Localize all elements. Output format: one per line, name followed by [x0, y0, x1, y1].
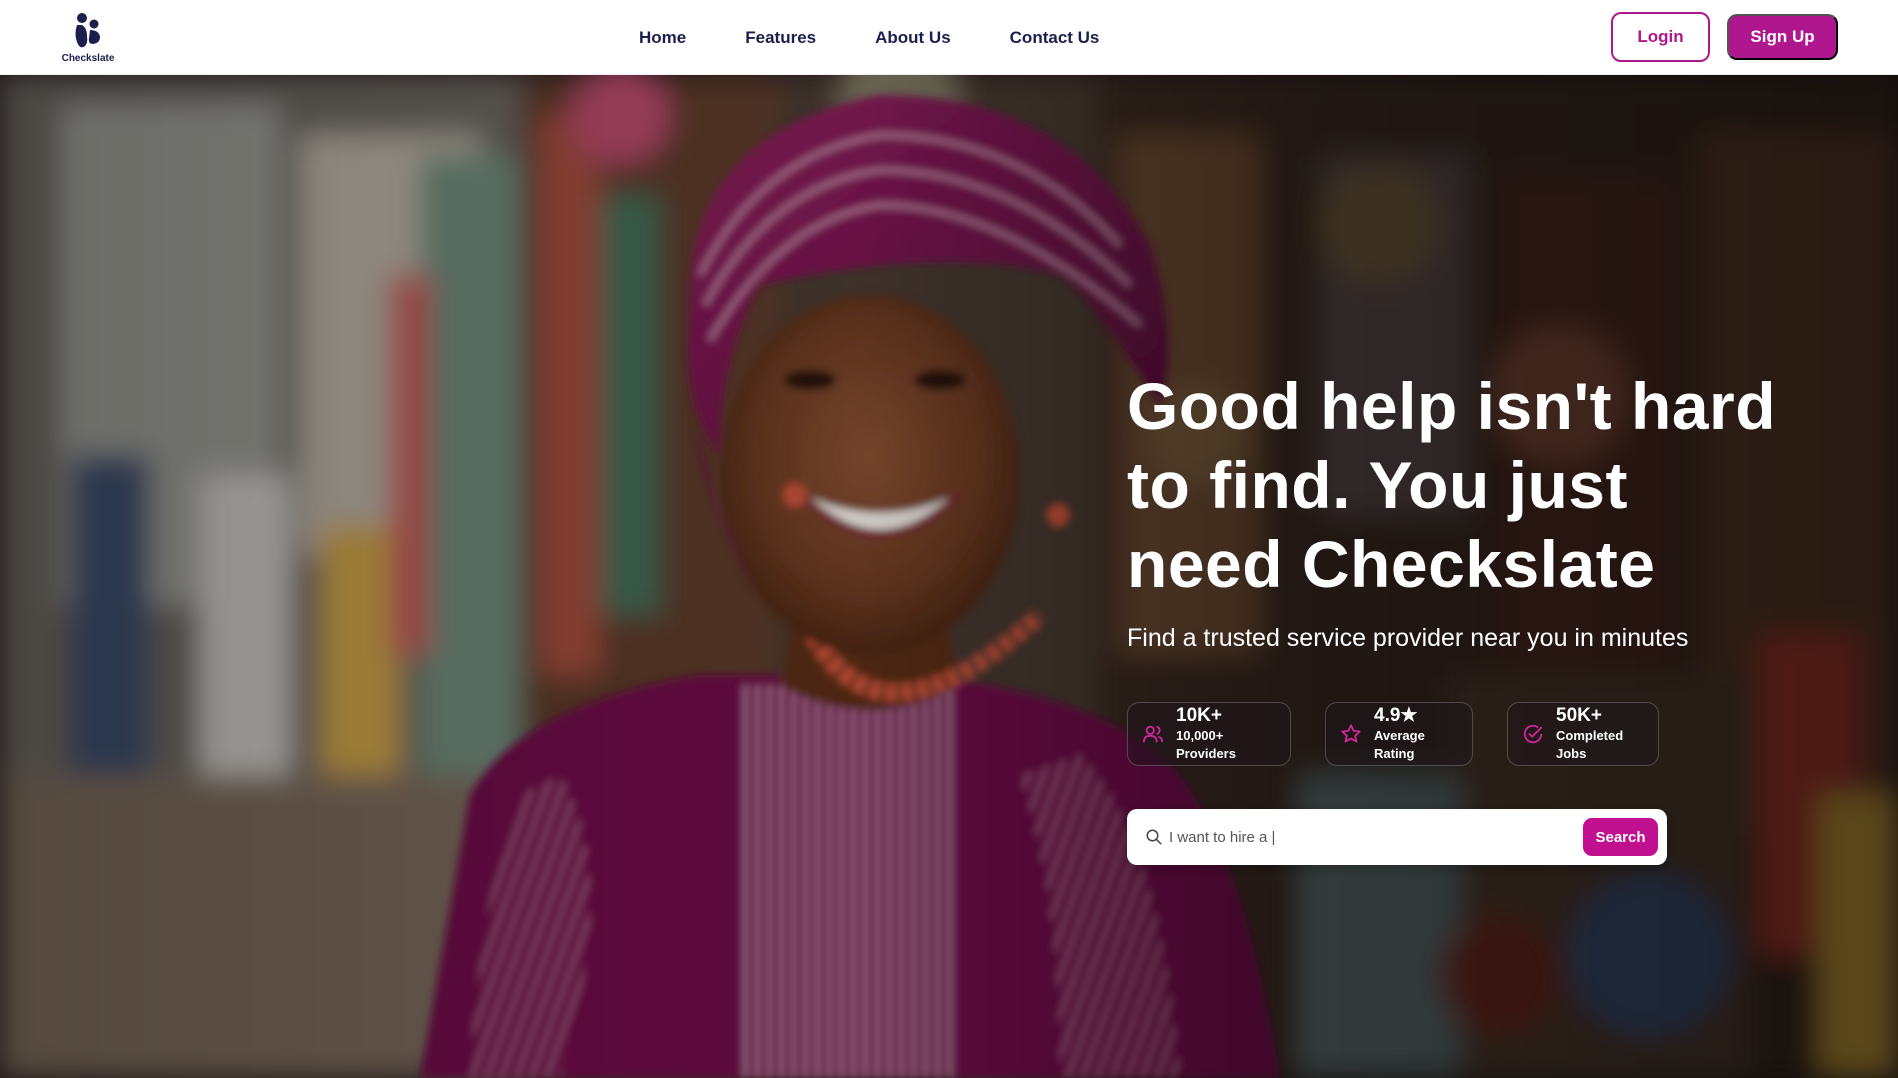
headline-line-1: Good help isn't hard: [1127, 369, 1777, 443]
main-nav: Home Features About Us Contact Us: [639, 0, 1099, 75]
stat-value: 10K+: [1176, 705, 1222, 726]
signup-button[interactable]: Sign Up: [1727, 14, 1838, 60]
stat-text: 50K+ Completed Jobs: [1556, 705, 1644, 763]
hire-search-input[interactable]: [1169, 809, 1559, 865]
stat-label: Average Rating: [1374, 728, 1425, 761]
logo-text: Checkslate: [61, 53, 115, 64]
login-button[interactable]: Login: [1611, 12, 1710, 62]
headline-line-3: need Checkslate: [1127, 527, 1656, 601]
stat-rating: 4.9★ Average Rating: [1325, 702, 1473, 766]
star-icon: [1341, 724, 1361, 743]
stat-label: 10,000+ Providers: [1176, 728, 1236, 761]
stat-label: Completed Jobs: [1556, 728, 1624, 761]
nav-link-home[interactable]: Home: [639, 28, 686, 48]
stat-value: 4.9★: [1374, 705, 1418, 726]
logo-mark-icon: [75, 13, 100, 48]
stat-completed-jobs: 50K+ Completed Jobs: [1507, 702, 1659, 766]
search-button[interactable]: Search: [1583, 818, 1658, 856]
stat-providers: 10K+ 10,000+ Providers: [1127, 702, 1291, 766]
stat-text: 4.9★ Average Rating: [1374, 705, 1458, 763]
headline-line-2: to find. You just: [1127, 448, 1628, 522]
hero-subheadline: Find a trusted service provider near you…: [1127, 624, 1689, 652]
stat-text: 10K+ 10,000+ Providers: [1176, 705, 1276, 763]
nav-link-about-us[interactable]: About Us: [875, 28, 951, 48]
users-icon: [1142, 725, 1164, 743]
stat-value: 50K+: [1556, 705, 1602, 726]
hero-headline: Good help isn't hard to find. You just n…: [1127, 367, 1867, 604]
top-navbar: Checkslate Home Features About Us Contac…: [0, 0, 1898, 75]
nav-link-features[interactable]: Features: [745, 28, 816, 48]
hero-section: Good help isn't hard to find. You just n…: [0, 75, 1898, 1078]
nav-link-contact-us[interactable]: Contact Us: [1010, 28, 1100, 48]
hire-search-bar: Search: [1127, 809, 1667, 865]
check-circle-icon: [1523, 724, 1543, 744]
checkslate-logo[interactable]: Checkslate: [62, 12, 114, 64]
search-icon: [1146, 829, 1162, 845]
